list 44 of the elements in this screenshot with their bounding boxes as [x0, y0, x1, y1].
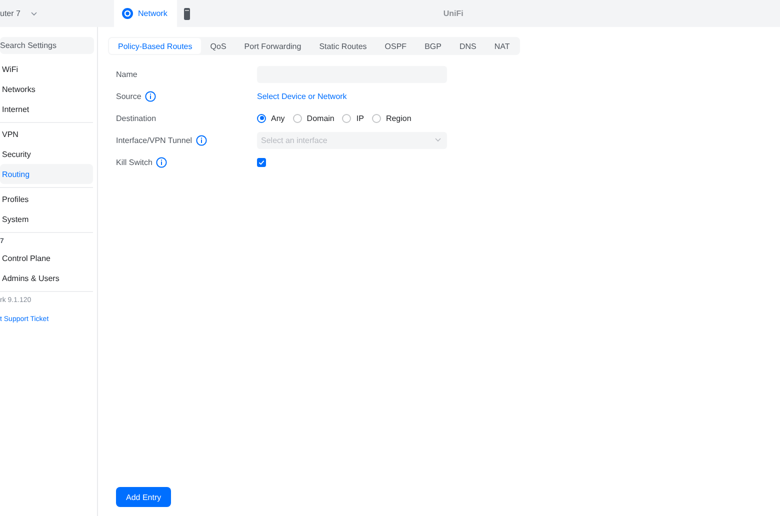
select-link[interactable]: Select Device or Network: [257, 92, 347, 100]
tab[interactable]: DNS: [450, 38, 486, 54]
radio-label: Domain: [306, 114, 334, 122]
sidebar-item[interactable]: WiFi: [0, 59, 93, 79]
sidebar-item[interactable]: Routing: [0, 164, 93, 184]
field-label: Destination: [116, 114, 156, 122]
tab[interactable]: NAT: [485, 38, 519, 54]
radio-label: IP: [356, 114, 364, 122]
field-label: Kill Switch: [116, 158, 152, 166]
network-icon: [122, 8, 133, 19]
chevron-down-icon[interactable]: [31, 12, 38, 16]
radio-button[interactable]: [257, 114, 266, 122]
radio-button[interactable]: [342, 114, 352, 122]
radio-button[interactable]: [292, 114, 302, 122]
app-title: UniFi: [443, 9, 464, 18]
field-label: Source: [116, 92, 142, 100]
radio-label: Region: [386, 114, 412, 122]
tab[interactable]: Port Forwarding: [235, 38, 310, 54]
tab[interactable]: QoS: [201, 38, 236, 54]
device-name[interactable]: uter 7: [0, 9, 20, 18]
field-label: Interface/VPN Tunnel: [116, 136, 192, 144]
device-icon[interactable]: [184, 8, 190, 20]
sidebar-item[interactable]: Internet: [0, 99, 93, 119]
tab[interactable]: OSPF: [376, 38, 416, 54]
sidebar-item[interactable]: System: [0, 209, 93, 229]
add-entry-button[interactable]: Add Entry: [116, 487, 172, 507]
network-app-tab[interactable]: Network: [114, 0, 178, 27]
sidebar-item[interactable]: Security: [0, 144, 93, 164]
tab[interactable]: Policy-Based Routes: [109, 38, 202, 54]
checkbox[interactable]: [257, 158, 266, 166]
radio-button[interactable]: [372, 114, 381, 122]
sidebar-item[interactable]: VPN: [0, 124, 93, 144]
tab[interactable]: BGP: [416, 38, 450, 54]
info-icon[interactable]: [156, 156, 168, 168]
tab[interactable]: Static Routes: [310, 38, 376, 54]
field-label: Name: [116, 70, 138, 78]
info-icon[interactable]: [145, 90, 156, 102]
sidebar-item[interactable]: Networks: [0, 79, 93, 99]
chevron-down-icon: [435, 138, 441, 142]
search-field[interactable]: Search Settings: [0, 37, 94, 54]
radio-label: Any: [271, 114, 285, 122]
sidebar-item[interactable]: Profiles: [0, 189, 93, 209]
sidebar-item[interactable]: Control Plane: [0, 248, 93, 268]
sidebar-item[interactable]: Admins & Users: [0, 268, 93, 288]
